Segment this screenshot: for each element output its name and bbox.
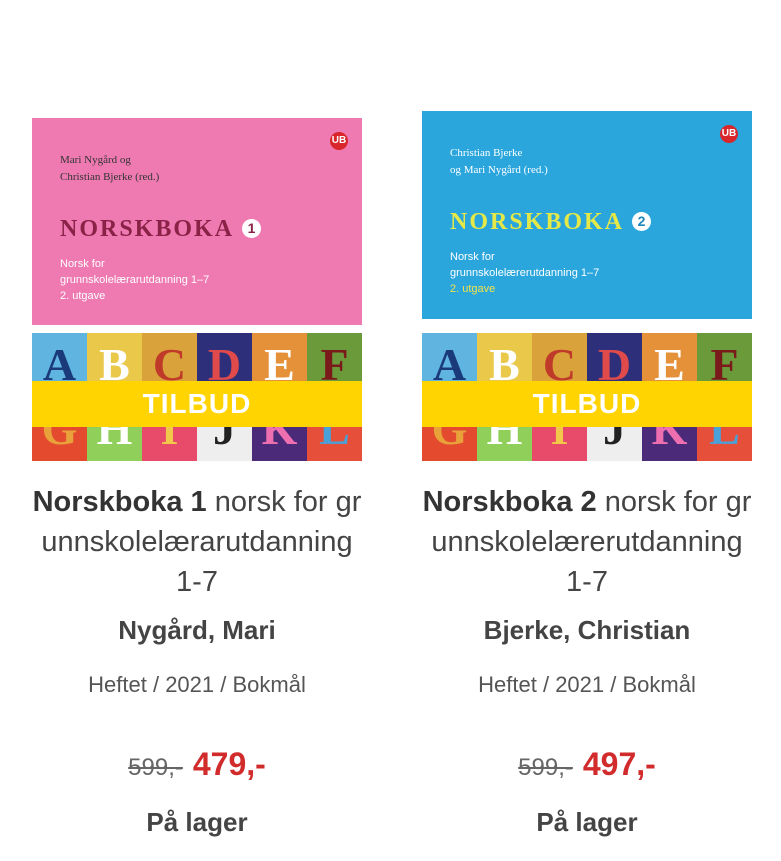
product-title[interactable]: Norskboka 1 norsk for grunnskolelærarutd… bbox=[32, 482, 362, 602]
cover-top-panel: UB Mari Nygård og Christian Bjerke (red.… bbox=[32, 118, 362, 325]
original-price: 599,- bbox=[518, 754, 573, 781]
cover-authors-line: og Mari Nygård (red.) bbox=[450, 164, 548, 176]
volume-number-badge: 2 bbox=[632, 212, 652, 231]
cover-subtitle-line: grunnskolelærerutdanning 1–7 bbox=[450, 267, 600, 279]
cover-authors-line: Christian Bjerke bbox=[450, 147, 523, 159]
price-row: 599,- 497,- bbox=[422, 746, 752, 783]
price-row: 599,- 479,- bbox=[32, 746, 362, 783]
cover-authors: Mari Nygård og Christian Bjerke (red.) bbox=[60, 152, 159, 186]
book-cover-image[interactable]: UB Christian Bjerke og Mari Nygård (red.… bbox=[422, 111, 752, 461]
cover-top-panel: UB Christian Bjerke og Mari Nygård (red.… bbox=[422, 111, 752, 319]
cover-title-text: NORSKBOKA bbox=[450, 209, 625, 235]
product-author[interactable]: Bjerke, Christian bbox=[422, 612, 752, 648]
product-title-bold: Norskboka 2 bbox=[422, 486, 597, 518]
cover-title: NORSKBOKA 1 bbox=[60, 216, 262, 243]
publisher-logo-icon: UB bbox=[720, 125, 738, 143]
offer-badge: TILBUD bbox=[32, 381, 362, 427]
cover-subtitle: Norsk for grunnskolelærerutdanning 1–7 2… bbox=[450, 249, 599, 297]
cover-subtitle-line: Norsk for bbox=[450, 251, 495, 263]
book-cover-image[interactable]: UB Mari Nygård og Christian Bjerke (red.… bbox=[32, 118, 362, 461]
sale-price: 479,- bbox=[192, 746, 266, 782]
offer-badge: TILBUD bbox=[422, 381, 752, 427]
cover-divider bbox=[32, 325, 362, 333]
product-title[interactable]: Norskboka 2 norsk for grunnskolelærerutd… bbox=[422, 482, 752, 602]
cover-edition: 2. utgave bbox=[450, 283, 496, 295]
product-meta: Heftet / 2021 / Bokmål bbox=[88, 672, 306, 697]
product-author[interactable]: Nygård, Mari bbox=[32, 612, 362, 648]
cover-authors-line: Mari Nygård og bbox=[60, 154, 131, 166]
product-title-bold: Norskboka 1 bbox=[32, 486, 207, 518]
cover-authors-line: Christian Bjerke (red.) bbox=[60, 171, 160, 183]
original-price: 599,- bbox=[128, 754, 183, 781]
cover-subtitle-line: grunnskolelærarutdanning 1–7 bbox=[60, 274, 210, 286]
publisher-logo-icon: UB bbox=[330, 132, 348, 150]
cover-divider bbox=[422, 319, 752, 327]
volume-number-badge: 1 bbox=[242, 219, 262, 238]
cover-title-text: NORSKBOKA bbox=[60, 216, 235, 242]
stock-status: På lager bbox=[146, 807, 248, 837]
cover-edition: 2. utgave bbox=[60, 290, 106, 302]
cover-subtitle: Norsk for grunnskolelærarutdanning 1–7 2… bbox=[60, 256, 209, 304]
stock-status: På lager bbox=[536, 807, 638, 837]
product-meta: Heftet / 2021 / Bokmål bbox=[478, 672, 696, 697]
cover-title: NORSKBOKA 2 bbox=[450, 209, 652, 236]
cover-authors: Christian Bjerke og Mari Nygård (red.) bbox=[450, 145, 548, 179]
cover-subtitle-line: Norsk for bbox=[60, 258, 105, 270]
sale-price: 497,- bbox=[582, 746, 656, 782]
